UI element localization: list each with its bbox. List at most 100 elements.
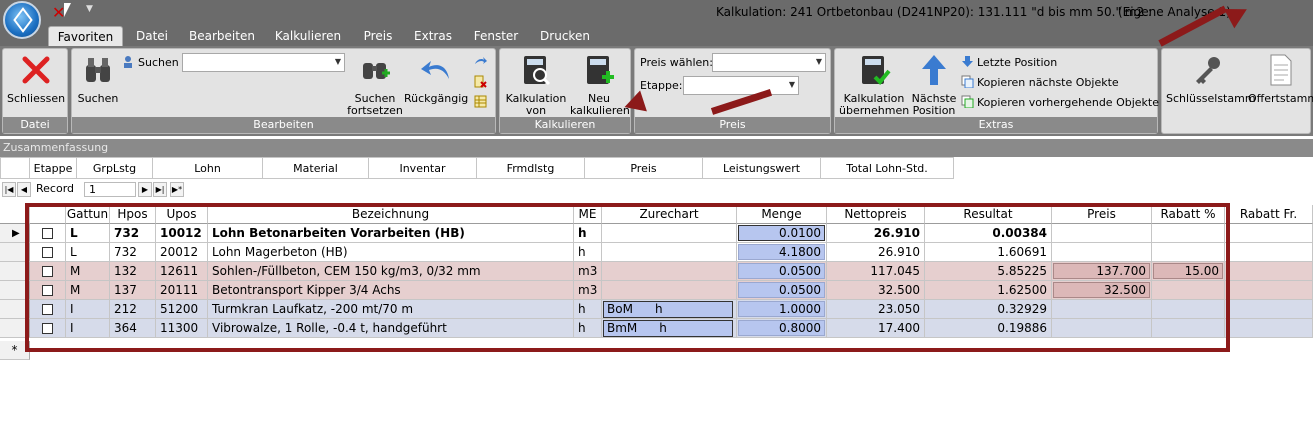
cell-h[interactable]: 364	[110, 319, 156, 338]
cell-netto[interactable]: 23.050	[827, 300, 925, 319]
search-combo[interactable]: ▼	[182, 53, 345, 72]
summary-col-frmdlstg[interactable]: Frmdlstg	[477, 157, 585, 179]
tab-favoriten[interactable]: Favoriten	[48, 26, 123, 46]
suchen-small-button[interactable]: Suchen	[122, 55, 179, 70]
cell-g[interactable]: I	[66, 300, 110, 319]
tab-preis[interactable]: Preis	[356, 26, 400, 46]
summary-col-total-lohn-std[interactable]: Total Lohn-Std.	[821, 157, 954, 179]
grid-col-upos[interactable]: Upos	[156, 205, 208, 224]
cell-preis[interactable]	[1052, 243, 1152, 262]
zurechart-field[interactable]: BoM h	[603, 301, 733, 318]
cell-me[interactable]: h	[574, 243, 602, 262]
chevron-down-icon[interactable]: ▼	[86, 4, 93, 14]
row-checkbox[interactable]	[42, 247, 53, 258]
cell-menge[interactable]: 0.0500	[737, 262, 827, 281]
cell-u[interactable]: 10012	[156, 224, 208, 243]
cell-h[interactable]: 732	[110, 243, 156, 262]
cell-preis[interactable]	[1052, 319, 1152, 338]
tab-kalkulieren[interactable]: Kalkulieren	[268, 26, 348, 46]
redo-small-button[interactable]	[474, 55, 490, 70]
table-row[interactable]: I 212 51200 Turmkran Laufkatz, -200 mt/70 m…	[0, 300, 1313, 319]
grid-col-gattung[interactable]: Gattun	[66, 205, 110, 224]
tab-fenster[interactable]: Fenster	[466, 26, 526, 46]
cell-me[interactable]: m3	[574, 262, 602, 281]
cell-me[interactable]: h	[574, 319, 602, 338]
preis-value[interactable]: 137.700	[1053, 263, 1150, 279]
cell-netto[interactable]: 17.400	[827, 319, 925, 338]
grid-col-nettopreis[interactable]: Nettopreis	[827, 205, 925, 224]
cell-rabfr[interactable]	[1225, 319, 1313, 338]
new-record-icon[interactable]: ▶*	[170, 182, 184, 197]
table-row[interactable]: I 364 11300 Vibrowalze, 1 Rolle, -0.4 t, ha…	[0, 319, 1313, 338]
row-selector[interactable]	[0, 300, 30, 319]
row-selector[interactable]	[0, 319, 30, 338]
tab-drucken[interactable]: Drucken	[534, 26, 596, 46]
etappe-combo[interactable]: ▼	[683, 76, 799, 95]
cell-u[interactable]: 11300	[156, 319, 208, 338]
record-number-field[interactable]: 1	[84, 182, 136, 197]
cell-me[interactable]: h	[574, 300, 602, 319]
row-checkbox[interactable]	[42, 266, 53, 277]
menge-value[interactable]: 0.0500	[738, 263, 825, 279]
cell-zur[interactable]	[602, 262, 737, 281]
cell-preis[interactable]: 32.500	[1052, 281, 1152, 300]
grid-col-bezeichnung[interactable]: Bezeichnung	[208, 205, 574, 224]
cell-res[interactable]: 1.60691	[925, 243, 1052, 262]
neu-kalkulieren-button[interactable]: Neu kalkulieren	[570, 53, 630, 117]
grid-col-zurechart[interactable]: Zurechart	[602, 205, 737, 224]
offertstamm-button[interactable]: Offertstamm	[1248, 53, 1313, 105]
summary-col-etappe[interactable]: Etappe	[30, 157, 77, 179]
cell-bez[interactable]: Vibrowalze, 1 Rolle, -0.4 t, handgeführt	[208, 319, 574, 338]
kopieren-vorher-button[interactable]: Kopieren vorhergehende Objekte	[961, 95, 1159, 110]
last-record-icon[interactable]: ▶|	[153, 182, 167, 197]
row-checkbox[interactable]	[42, 285, 53, 296]
menge-value[interactable]: 0.8000	[738, 320, 825, 336]
cell-h[interactable]: 212	[110, 300, 156, 319]
cell-rabfr[interactable]	[1225, 224, 1313, 243]
cell-menge[interactable]: 0.0500	[737, 281, 827, 300]
cell-u[interactable]: 12611	[156, 262, 208, 281]
tab-bearbeiten[interactable]: Bearbeiten	[184, 26, 260, 46]
cell-preis[interactable]	[1052, 300, 1152, 319]
zurechart-field[interactable]: BmM h	[603, 320, 733, 337]
cell-rabfr[interactable]	[1225, 300, 1313, 319]
row-selector[interactable]: ▶	[0, 224, 30, 243]
first-record-icon[interactable]: |◀	[2, 182, 16, 197]
row-selector[interactable]	[0, 262, 30, 281]
cell-res[interactable]: 0.00384	[925, 224, 1052, 243]
grid-col-rabatt-pct[interactable]: Rabatt %	[1152, 205, 1225, 224]
cell-rab[interactable]	[1152, 281, 1225, 300]
grid-new-row[interactable]: *	[0, 341, 1313, 360]
cell-rabfr[interactable]	[1225, 243, 1313, 262]
menge-value[interactable]: 0.0100	[738, 225, 825, 241]
cell-netto[interactable]: 26.910	[827, 243, 925, 262]
cell-menge[interactable]: 4.1800	[737, 243, 827, 262]
cell-rab[interactable]	[1152, 224, 1225, 243]
cell-menge[interactable]: 1.0000	[737, 300, 827, 319]
cell-zur[interactable]: BoM h	[602, 300, 737, 319]
cell-zur[interactable]: BmM h	[602, 319, 737, 338]
suchen-fortsetzen-button[interactable]: Suchen fortsetzen	[346, 53, 404, 117]
cell-bez[interactable]: Lohn Magerbeton (HB)	[208, 243, 574, 262]
cell-preis[interactable]	[1052, 224, 1152, 243]
cell-g[interactable]: L	[66, 243, 110, 262]
cell-bez[interactable]: Lohn Betonarbeiten Vorarbeiten (HB)	[208, 224, 574, 243]
cell-zur[interactable]	[602, 243, 737, 262]
cell-res[interactable]: 1.62500	[925, 281, 1052, 300]
cell-rab[interactable]	[1152, 300, 1225, 319]
menge-value[interactable]: 0.0500	[738, 282, 825, 298]
cell-res[interactable]: 0.32929	[925, 300, 1052, 319]
cell-rab[interactable]: 15.00	[1152, 262, 1225, 281]
summary-col-lohn[interactable]: Lohn	[153, 157, 263, 179]
rueckgaengig-button[interactable]: Rückgängig	[404, 53, 468, 105]
cell-netto[interactable]: 117.045	[827, 262, 925, 281]
table-row[interactable]: L 732 20012 Lohn Magerbeton (HB) h 4.1800 26.9…	[0, 243, 1313, 262]
summary-col-inventar[interactable]: Inventar	[369, 157, 477, 179]
row-selector[interactable]	[0, 243, 30, 262]
kalkulation-uebernehmen-button[interactable]: Kalkulation übernehmen	[839, 53, 909, 117]
grid-col-rabatt-fr[interactable]: Rabatt Fr.	[1225, 205, 1313, 224]
grid-col-hpos[interactable]: Hpos	[110, 205, 156, 224]
cell-rab[interactable]	[1152, 243, 1225, 262]
cell-u[interactable]: 51200	[156, 300, 208, 319]
tab-datei[interactable]: Datei	[128, 26, 176, 46]
